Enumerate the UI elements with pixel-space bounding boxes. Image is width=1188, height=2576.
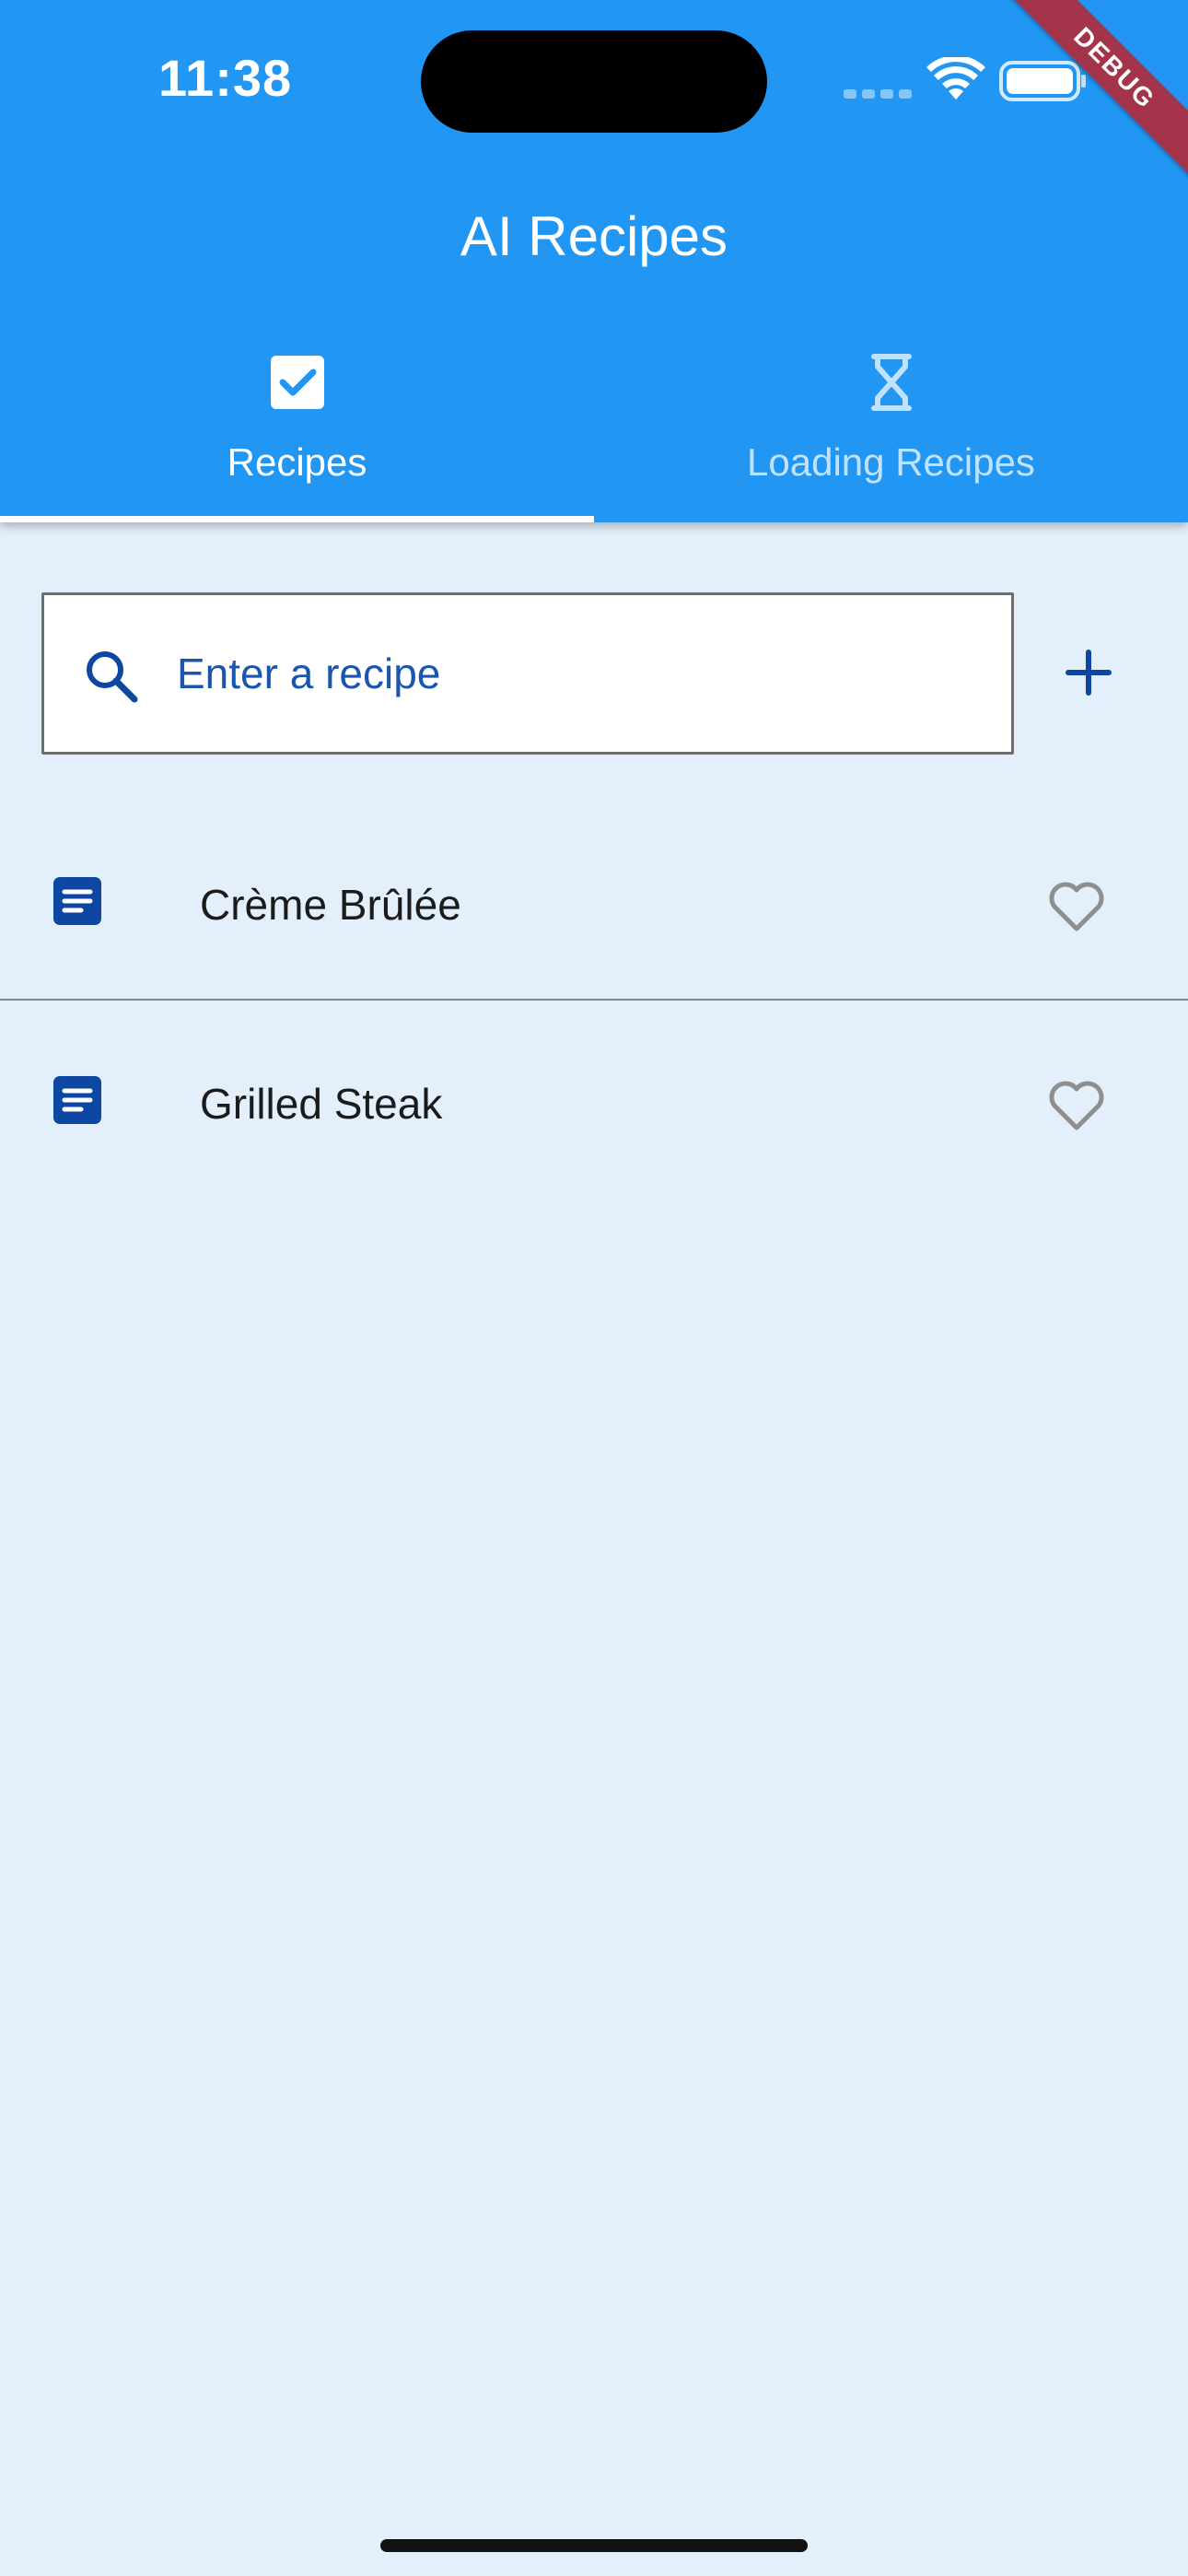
hourglass-icon [871, 354, 912, 411]
home-indicator [380, 2539, 808, 2552]
heart-outline-icon[interactable] [1046, 1076, 1107, 1133]
wifi-icon [926, 57, 985, 100]
checkbox-icon [271, 356, 324, 409]
cellular-signal-icon [844, 87, 917, 103]
tab-indicator [0, 516, 594, 522]
list-item[interactable]: Grilled Steak [0, 1019, 1188, 1200]
list-item[interactable]: Crème Brûlée [0, 820, 1188, 1001]
search-icon [87, 651, 138, 703]
add-recipe-button[interactable] [1042, 626, 1135, 719]
tab-loading-recipes-label: Loading Recipes [747, 440, 1035, 484]
debug-banner: DEBUG [985, 0, 1188, 203]
tab-bar: Recipes Loading Recipes [0, 332, 1188, 522]
recipe-name: Crème Brûlée [200, 881, 461, 929]
tab-recipes-label: Recipes [227, 440, 367, 484]
tab-loading-recipes[interactable]: Loading Recipes [594, 332, 1188, 522]
document-icon [53, 877, 101, 925]
recipe-name: Grilled Steak [200, 1080, 443, 1128]
status-time: 11:38 [158, 49, 293, 107]
recipe-list: Crème Brûlée Grilled Steak [0, 820, 1188, 1181]
app-title: AI Recipes [460, 205, 728, 267]
search-input[interactable] [177, 595, 987, 752]
document-icon [53, 1076, 101, 1124]
search-field[interactable] [41, 592, 1014, 755]
plus-icon [1066, 650, 1112, 696]
dynamic-island [421, 30, 767, 133]
tab-recipes[interactable]: Recipes [0, 332, 594, 522]
heart-outline-icon[interactable] [1046, 877, 1107, 934]
screen: 11:38 AI Recipes Recipes Loading Recipes… [0, 0, 1188, 2576]
